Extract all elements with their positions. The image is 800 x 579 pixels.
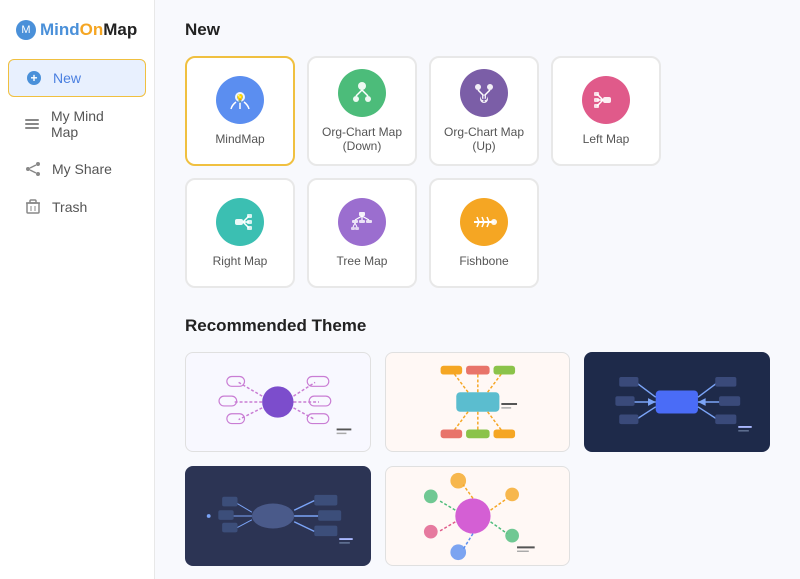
theme-card-2[interactable] — [385, 352, 571, 452]
tree-map-label: Tree Map — [337, 254, 388, 268]
logo-text: MindOnMap — [40, 20, 137, 40]
org-up-icon: Ψ — [460, 69, 508, 117]
sidebar-item-trash[interactable]: Trash — [8, 189, 146, 225]
recommended-section-title: Recommended Theme — [185, 316, 770, 336]
theme-card-5[interactable] — [385, 466, 571, 566]
new-icon: + — [25, 69, 43, 87]
sidebar-item-mymindmap[interactable]: My Mind Map — [8, 99, 146, 149]
map-card-org-down[interactable]: Org-Chart Map (Down) — [307, 56, 417, 166]
sidebar-item-myshare-label: My Share — [52, 161, 112, 177]
fishbone-label: Fishbone — [459, 254, 508, 268]
left-map-icon — [582, 76, 630, 124]
svg-text:+: + — [30, 71, 37, 85]
map-card-left[interactable]: Left Map — [551, 56, 661, 166]
mindmap-label: MindMap — [215, 132, 264, 146]
left-map-label: Left Map — [583, 132, 630, 146]
mindmap-icon: 💡 — [216, 76, 264, 124]
org-down-label: Org-Chart Map (Down) — [309, 125, 415, 154]
svg-text:💡: 💡 — [235, 93, 245, 103]
map-card-org-up[interactable]: Ψ Org-Chart Map (Up) — [429, 56, 539, 166]
map-types-grid: 💡 MindMap Org-Chart Map (Down) — [185, 56, 770, 288]
org-up-label: Org-Chart Map (Up) — [431, 125, 537, 154]
logo: M MindOnMap — [0, 10, 154, 58]
right-map-icon — [216, 198, 264, 246]
map-card-right[interactable]: Right Map — [185, 178, 295, 288]
map-card-mindmap[interactable]: 💡 MindMap — [185, 56, 295, 166]
right-map-label: Right Map — [213, 254, 268, 268]
org-down-icon — [338, 69, 386, 117]
main-content: New 💡 MindMap — [155, 0, 800, 579]
theme-card-1[interactable] — [185, 352, 371, 452]
sidebar-item-trash-label: Trash — [52, 199, 87, 215]
myshare-icon — [24, 160, 42, 178]
sidebar-item-myshare[interactable]: My Share — [8, 151, 146, 187]
themes-grid — [185, 352, 770, 566]
sidebar-item-new-label: New — [53, 70, 81, 86]
sidebar-item-new[interactable]: + New — [8, 59, 146, 97]
new-section-title: New — [185, 20, 770, 40]
mymindmap-icon — [24, 115, 41, 133]
logo-icon: M — [16, 20, 36, 40]
tree-map-icon — [338, 198, 386, 246]
theme-card-4[interactable] — [185, 466, 371, 566]
map-card-tree[interactable]: Tree Map — [307, 178, 417, 288]
theme-card-3[interactable] — [584, 352, 770, 452]
trash-icon — [24, 198, 42, 216]
fishbone-icon — [460, 198, 508, 246]
sidebar-item-mymindmap-label: My Mind Map — [51, 108, 130, 140]
sidebar: M MindOnMap + New My Mind Map My Share T… — [0, 0, 155, 579]
svg-text:Ψ: Ψ — [480, 94, 487, 104]
map-card-fishbone[interactable]: Fishbone — [429, 178, 539, 288]
